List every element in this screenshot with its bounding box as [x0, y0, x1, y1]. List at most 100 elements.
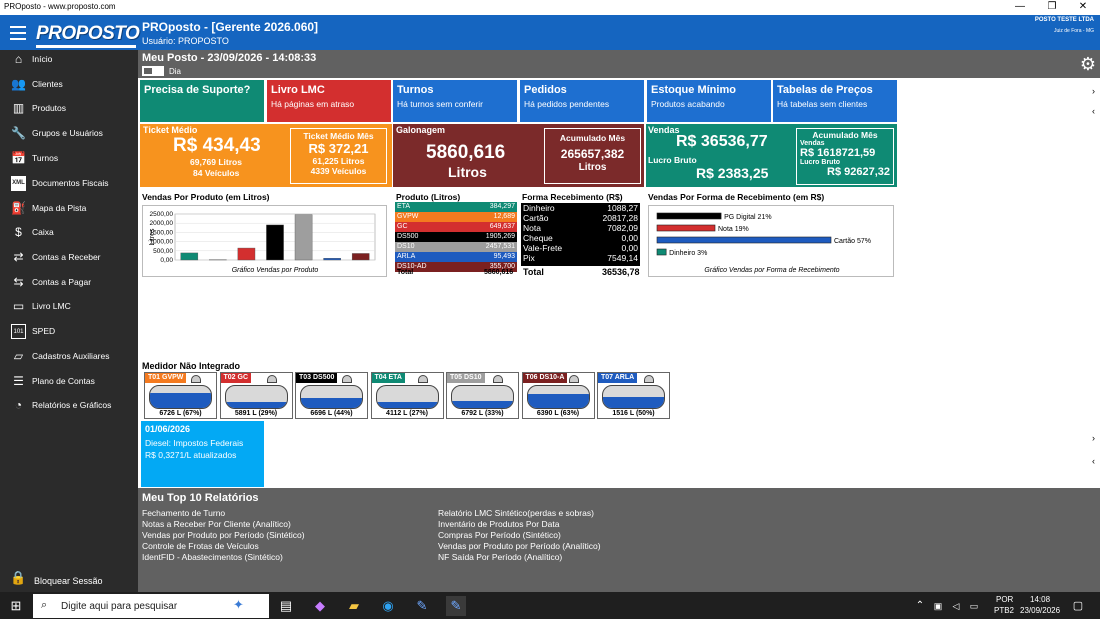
sidebar-item-documentos[interactable]: XML Documentos Fiscais — [0, 174, 138, 194]
tank-fill — [603, 397, 664, 408]
lock-icon[interactable]: 🔒 — [10, 570, 26, 586]
card-tabelas[interactable]: Tabelas de Preços Há tabelas sem clientes — [773, 80, 897, 122]
minimize-button[interactable]: — — [1005, 0, 1035, 15]
network-icon[interactable]: ▣ — [928, 596, 948, 616]
y-tick-label: 0,00 — [160, 257, 173, 264]
chevron-left-icon[interactable]: ‹ — [1092, 106, 1095, 116]
book-icon: ▭ — [12, 299, 25, 313]
tank-2[interactable]: T02 GC 5891 L (29%) — [219, 372, 293, 419]
tank-fill — [452, 400, 513, 408]
tank-5[interactable]: T05 DS10 6792 L (33%) — [446, 372, 519, 419]
forma-name: Cartão — [523, 213, 549, 223]
tank-cap — [417, 375, 428, 383]
tank-fill — [301, 398, 362, 408]
card-pedidos[interactable]: Pedidos Há pedidos pendentes — [520, 80, 644, 122]
vendas-mes-lucro-label: Lucro Bruto — [800, 159, 841, 166]
sidebar-item-produtos[interactable]: ▥ Produtos — [0, 99, 138, 119]
chevron-right-icon[interactable]: › — [1092, 433, 1095, 443]
report-link[interactable]: Relatório LMC Sintético(perdas e sobras) — [438, 508, 594, 518]
windows-start-icon[interactable]: ⊞ — [6, 596, 26, 616]
calendar-icon: 📅 — [11, 151, 26, 165]
tank-value: 1516 L (50%) — [612, 410, 655, 417]
sidebar-item-lmc[interactable]: ▭ Livro LMC — [0, 297, 138, 317]
tank-cylinder — [375, 385, 439, 409]
report-link[interactable]: Fechamento de Turno — [142, 508, 225, 518]
tank-1[interactable]: T01 GVPW 6726 L (67%) — [144, 372, 217, 419]
card-turnos[interactable]: Turnos Há turnos sem conferir — [393, 80, 517, 122]
chevron-left-icon[interactable]: ‹ — [1092, 456, 1095, 466]
battery-icon[interactable]: ▭ — [964, 596, 984, 616]
volume-icon[interactable]: ◁ — [946, 596, 966, 616]
taskbar-search[interactable]: ⌕ Digite aqui para pesquisar ✦ — [33, 594, 269, 618]
card-lmc[interactable]: Livro LMC Há páginas em atraso — [267, 80, 391, 122]
sidebar-item-cadastros[interactable]: ▱ Cadastros Auxiliares — [0, 347, 138, 367]
copilot-icon[interactable]: ◆ — [310, 596, 330, 616]
sidebar-item-pagar[interactable]: ⇆ Contas a Pagar — [0, 273, 138, 293]
edge-icon[interactable]: ◉ — [378, 596, 398, 616]
notification-icon[interactable]: ▢ — [1068, 596, 1088, 616]
forma-value: 20817,28 — [602, 213, 638, 223]
galonagem-unit: Litros — [448, 164, 487, 180]
taskbar: ⊞ ⌕ Digite aqui para pesquisar ✦ ▤ ◆ ▰ ◉… — [0, 592, 1100, 619]
card-estoque[interactable]: Estoque Mínimo Produtos acabando — [647, 80, 771, 122]
card-subtitle: Há páginas em atraso — [271, 99, 355, 109]
tank-7[interactable]: T07 ARLA 1516 L (50%) — [597, 372, 670, 419]
lock-session-button[interactable]: Bloquear Sessão — [34, 576, 103, 586]
report-link[interactable]: Vendas por Produto por Período (Analític… — [438, 541, 601, 551]
ticket-mes-value: R$ 372,21 — [308, 141, 369, 156]
clock-time[interactable]: 14:08 — [1030, 595, 1050, 604]
sidebar-item-grupos[interactable]: 🔧 Grupos e Usuários — [0, 124, 138, 144]
sidebar-item-plano[interactable]: ☰ Plano de Contas — [0, 372, 138, 392]
report-link[interactable]: Vendas por Produto por Período (Sintétic… — [142, 530, 305, 540]
news-card[interactable]: 01/06/2026 Diesel: Impostos Federais R$ … — [141, 421, 264, 487]
tank-fill — [376, 402, 438, 408]
produto-row: GVPW 12,689 — [395, 212, 517, 222]
y-tick-label: 500,00 — [153, 248, 173, 255]
lang-indicator[interactable]: POR — [996, 595, 1013, 604]
report-link[interactable]: Notas a Receber Por Cliente (Analítico) — [142, 519, 291, 529]
file-explorer-icon[interactable]: ▰ — [344, 596, 364, 616]
maximize-button[interactable]: ❐ — [1037, 0, 1067, 15]
ticket-mes-label: Ticket Médio Mês — [303, 131, 374, 141]
tank-value: 5891 L (29%) — [234, 410, 278, 417]
sidebar-item-receber[interactable]: ⇄ Contas a Receber — [0, 248, 138, 268]
sidebar-item-mapa[interactable]: ⛽ Mapa da Pista — [0, 199, 138, 219]
forma-value: 7549,14 — [607, 253, 638, 263]
tank-6[interactable]: T06 DS10-A 6390 L (63%) — [521, 372, 595, 419]
lang-variant[interactable]: PTB2 — [994, 606, 1014, 615]
sidebar-item-turnos[interactable]: 📅 Turnos — [0, 149, 138, 169]
tank-value: 6726 L (67%) — [159, 410, 202, 417]
day-toggle[interactable] — [142, 66, 164, 76]
galonagem-mes-box: Acumulado Mês 265657,382 Litros — [544, 128, 641, 184]
close-button[interactable]: ✕ — [1068, 0, 1098, 15]
forma-name: Cheque — [523, 233, 553, 243]
task-view-icon[interactable]: ▤ — [276, 596, 296, 616]
sidebar-item-sped[interactable]: 101 SPED — [0, 322, 138, 342]
sidebar-item-caixa[interactable]: $ Caixa — [0, 223, 138, 243]
bar-arla — [323, 258, 341, 261]
ticket-value: R$ 434,43 — [173, 135, 261, 156]
chevron-up-icon[interactable]: ⌃ — [910, 596, 930, 616]
report-link[interactable]: Compras Por Período (Sintético) — [438, 530, 561, 540]
proposto-app-active-icon[interactable]: ✎ — [446, 596, 466, 616]
tank-3[interactable]: T03 DS500 6696 L (44%) — [295, 372, 368, 419]
tank-4[interactable]: T04 ETA 4112 L (27%) — [370, 372, 444, 419]
clock-date[interactable]: 23/09/2026 — [1020, 606, 1060, 615]
report-link[interactable]: Inventário de Produtos Por Data — [438, 519, 559, 529]
news-line1: Diesel: Impostos Federais — [145, 438, 244, 448]
vendas-value: R$ 36536,77 — [676, 133, 768, 150]
card-suporte[interactable]: Precisa de Suporte? — [140, 80, 264, 122]
gear-icon[interactable]: ⚙ — [1080, 54, 1096, 75]
sidebar-item-label: Produtos — [32, 103, 67, 113]
proposto-app-icon[interactable]: ✎ — [412, 596, 432, 616]
report-link[interactable]: IdentFID - Abastecimentos (Sintético) — [142, 552, 283, 562]
produto-row: DS10 2457,531 — [395, 242, 517, 252]
sidebar-item-inicio[interactable]: ⌂ Início — [0, 50, 138, 70]
report-link[interactable]: NF Saída Por Período (Analítico) — [438, 552, 562, 562]
sidebar-item-relatorios[interactable]: ◔ Relatórios e Gráficos — [0, 396, 138, 416]
report-link[interactable]: Controle de Frotas de Veículos — [142, 541, 259, 551]
chevron-right-icon[interactable]: › — [1092, 86, 1095, 96]
menu-icon[interactable] — [10, 26, 26, 40]
bar-label: Cartão 57% — [834, 238, 871, 245]
sidebar-item-clientes[interactable]: 👥 Clientes — [0, 75, 138, 95]
